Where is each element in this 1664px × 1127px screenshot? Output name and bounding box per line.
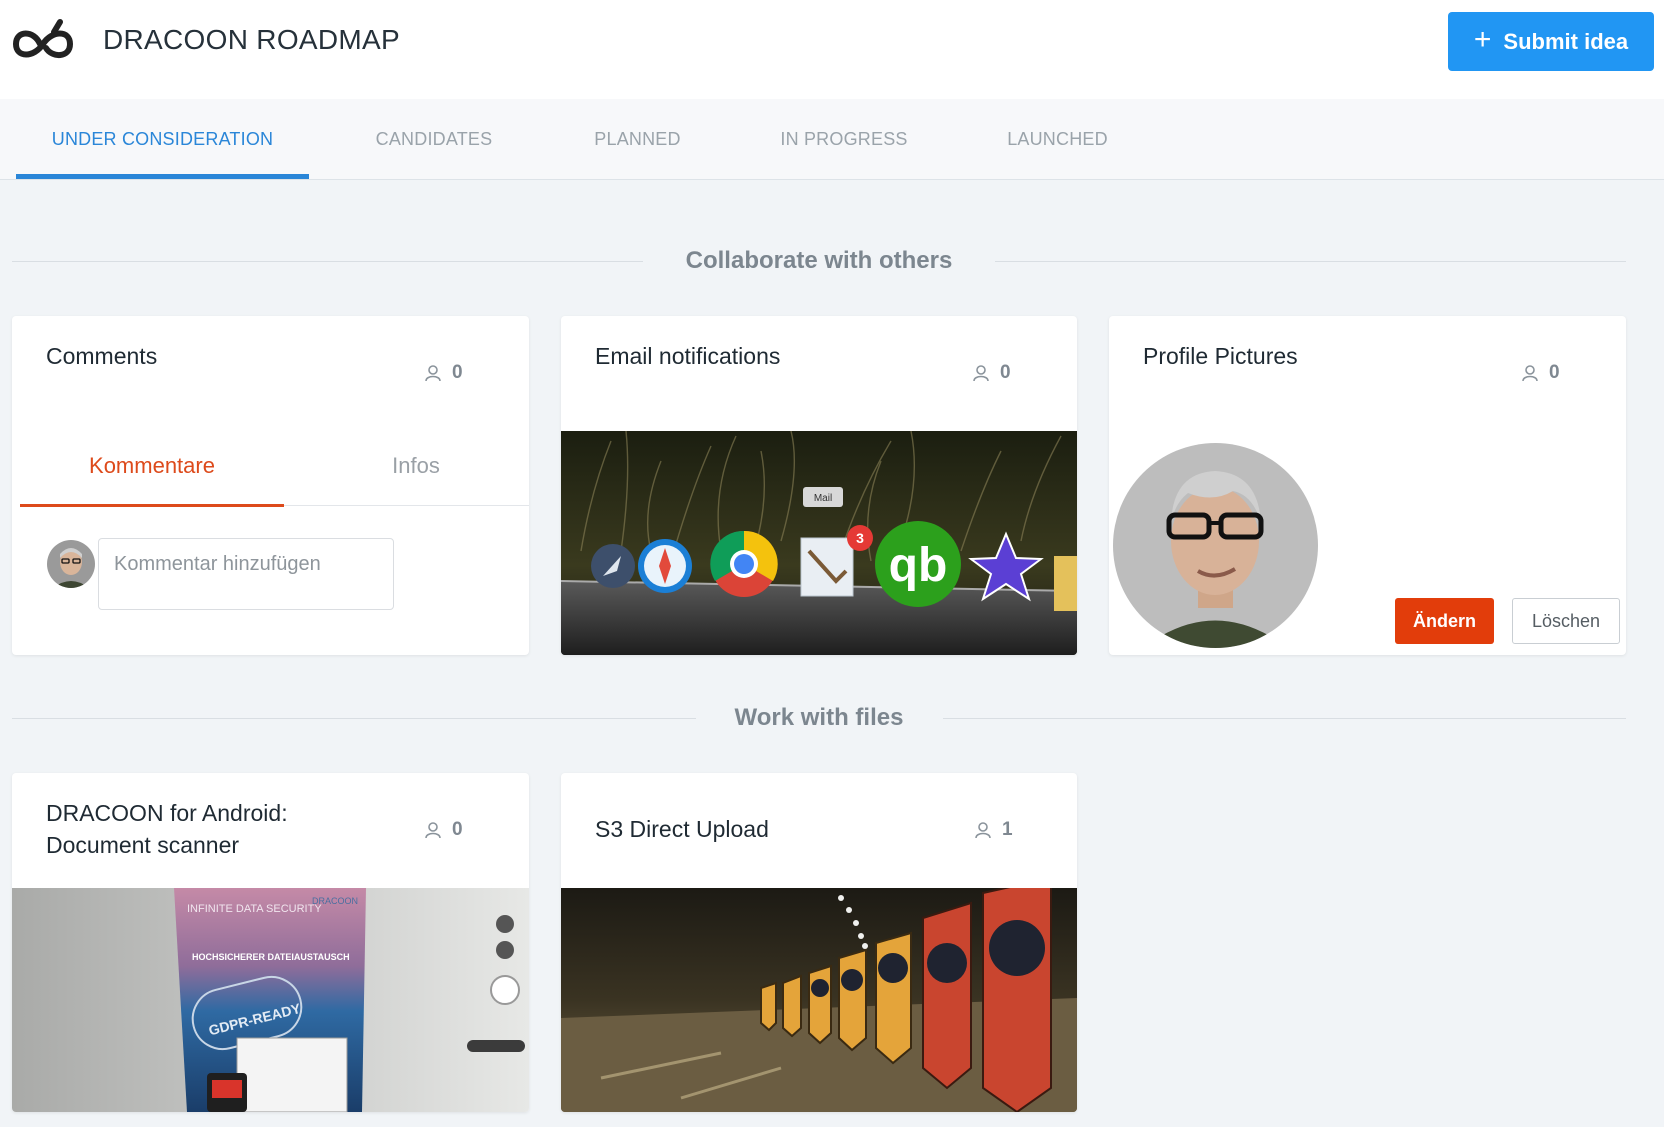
idea-card-profile-pictures[interactable]: Profile Pictures 0 Ändern Löschen [1109, 316, 1626, 655]
doc-headline: INFINITE DATA SECURITY [187, 903, 322, 915]
app-title: DRACOON ROADMAP [103, 24, 400, 55]
user-icon [1522, 365, 1538, 382]
user-icon [425, 365, 441, 382]
card-title: Email notifications [595, 343, 781, 369]
delete-picture-button[interactable]: Löschen [1512, 598, 1620, 644]
vote-count-value: 0 [452, 819, 463, 840]
commenter-avatar [47, 540, 95, 588]
vote-count[interactable]: 0 [424, 819, 463, 841]
section-title: Work with files [734, 704, 904, 731]
tab-in-progress[interactable]: IN PROGRESS [758, 99, 930, 179]
idea-card-comments[interactable]: Comments 0 Kommentare Infos [12, 316, 529, 655]
vote-count[interactable]: 0 [1521, 362, 1560, 384]
user-icon [975, 822, 991, 839]
card-title: DRACOON for Android: Document scanner [46, 797, 288, 861]
subtab-kommentare[interactable]: Kommentare [20, 426, 284, 507]
vote-count-value: 0 [1549, 362, 1560, 383]
idea-card-email-notifications[interactable]: Email notifications 0 Mail 3 qb [561, 316, 1077, 655]
section-heading-collaborate: Collaborate with others [12, 241, 1626, 281]
vote-count[interactable]: 0 [424, 362, 463, 384]
tab-under-consideration[interactable]: UNDER CONSIDERATION [16, 99, 309, 179]
svg-text:qb: qb [889, 539, 948, 592]
tab-planned[interactable]: PLANNED [566, 99, 709, 179]
section-heading-work-with-files: Work with files [12, 698, 1626, 738]
app-header: DRACOON ROADMAP + Submit idea [0, 0, 1664, 99]
section-title: Collaborate with others [685, 247, 953, 274]
submit-idea-button[interactable]: + Submit idea [1448, 12, 1654, 71]
card-title: Profile Pictures [1143, 343, 1298, 369]
submit-idea-label: Submit idea [1503, 28, 1629, 54]
comment-subtabs: Kommentare Infos [20, 426, 529, 507]
tab-launched[interactable]: LAUNCHED [980, 99, 1135, 179]
plus-icon: + [1473, 23, 1492, 56]
vote-count[interactable]: 0 [972, 362, 1011, 384]
doc-subheadline: HOCHSICHERER DATEIAUSTAUSCH [192, 952, 350, 962]
tunnel-road-image [561, 888, 1077, 1112]
vote-count-value: 0 [1000, 362, 1011, 383]
dracoon-logo-icon[interactable] [10, 18, 76, 66]
change-picture-button[interactable]: Ändern [1395, 598, 1494, 644]
card-title-line2: Document scanner [46, 832, 240, 858]
card-title: S3 Direct Upload [595, 816, 769, 842]
user-icon [425, 822, 441, 839]
idea-card-s3-direct-upload[interactable]: S3 Direct Upload 1 [561, 773, 1077, 1112]
idea-card-document-scanner[interactable]: DRACOON for Android: Document scanner 0 … [12, 773, 529, 1112]
user-icon [973, 365, 989, 382]
vote-count-value: 1 [1002, 819, 1013, 840]
mail-tooltip: Mail [814, 493, 832, 504]
status-tabs: UNDER CONSIDERATION CANDIDATES PLANNED I… [0, 99, 1664, 180]
comment-input[interactable] [98, 538, 394, 610]
card-title: Comments [46, 343, 158, 369]
document-scanner-image: INFINITE DATA SECURITY DRACOON HOCHSICHE… [12, 888, 529, 1112]
doc-brand: DRACOON [312, 896, 358, 906]
profile-avatar [1113, 443, 1318, 648]
vote-count-value: 0 [452, 362, 463, 383]
mac-dock-image: Mail 3 qb [561, 431, 1077, 655]
vote-count[interactable]: 1 [974, 819, 1013, 841]
mail-badge-count: 3 [856, 530, 864, 546]
subtab-infos[interactable]: Infos [284, 426, 529, 506]
card-title-line1: DRACOON for Android: [46, 800, 288, 826]
tab-candidates[interactable]: CANDIDATES [340, 99, 528, 179]
